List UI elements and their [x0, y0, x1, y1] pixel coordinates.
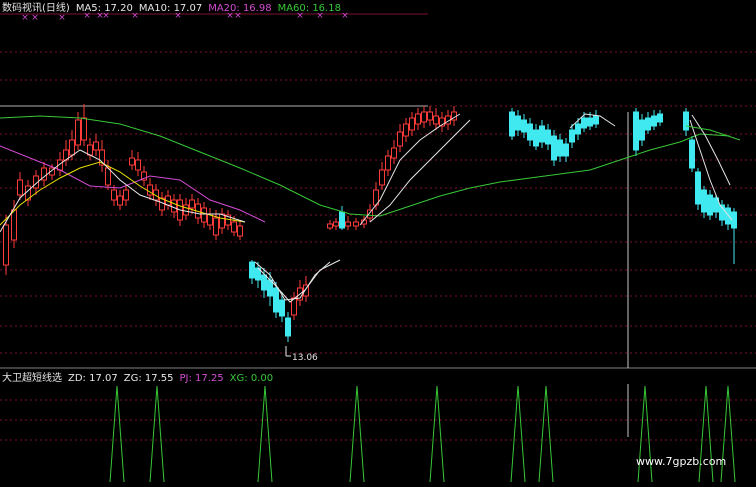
pj-value: PJ: 17.25: [179, 373, 224, 384]
candle-body: [81, 117, 87, 141]
signal-marker: ×: [341, 11, 349, 21]
price-chart-canvas[interactable]: × × × × ×× × × × × × × ×13.06: [0, 0, 756, 487]
candle-body: [237, 225, 243, 237]
candle-body: [545, 129, 551, 145]
candle-body: [123, 189, 129, 201]
xg-value: XG: 0.00: [229, 373, 274, 384]
candle-body: [569, 129, 575, 143]
candle-body: [639, 119, 645, 141]
candle-body: [725, 207, 731, 225]
candle-body: [409, 117, 415, 131]
candle-body: [285, 317, 291, 337]
candle-body: [533, 129, 539, 147]
candle-body: [587, 117, 593, 127]
candle-body: [509, 111, 515, 137]
candle-body: [527, 123, 533, 141]
candle-body: [427, 111, 433, 121]
candle-body: [415, 113, 421, 125]
candle-body: [701, 189, 707, 213]
candle-body: [695, 171, 701, 205]
stock-title: 数码视讯(日线): [2, 3, 70, 14]
candle-body: [379, 169, 385, 186]
low-price-label: 13.06: [292, 353, 318, 363]
zg-value: ZG: 17.55: [123, 373, 174, 384]
candle-body: [633, 111, 639, 151]
signal-spike: [510, 385, 526, 483]
candle-body: [515, 115, 521, 131]
candle-body: [171, 199, 177, 213]
candle-body: [651, 115, 657, 127]
candle-body: [433, 115, 439, 125]
candle-body: [213, 217, 219, 236]
candle-body: [69, 139, 75, 156]
ma10-value: MA10: 17.07: [138, 3, 203, 14]
chart-window[interactable]: × × × × × × × × × × × × × 13.06 数码视讯(日线) MA5: 17.20 M…: [0, 0, 756, 487]
candle-body: [689, 139, 695, 169]
candle-body: [339, 211, 345, 229]
candle-body: [111, 189, 117, 201]
candle-body: [403, 123, 409, 137]
candle-body: [551, 135, 557, 161]
candle-body: [333, 221, 339, 227]
candle-body: [731, 211, 737, 229]
candle-body: [105, 167, 111, 186]
candle-body: [75, 119, 81, 146]
candle-body: [421, 111, 427, 123]
candle-body: [521, 119, 527, 133]
ma5-line: [359, 113, 461, 226]
candle-body: [93, 141, 99, 151]
candle-body: [327, 223, 333, 229]
candle-body: [707, 194, 713, 216]
candle-body: [249, 261, 255, 279]
ma60-value: MA60: 16.18: [277, 3, 341, 14]
watermark: www.7gpzb.com: [636, 455, 727, 468]
candle-body: [385, 155, 391, 171]
indicator-legend: 大卫超短线选 ZD: 17.07 ZG: 17.55 PJ: 17.25 XG:…: [2, 373, 273, 385]
candle-body: [183, 204, 189, 216]
candle-body: [391, 147, 397, 159]
candle-body: [563, 143, 569, 157]
indicator-title: 大卫超短线选: [2, 373, 62, 384]
candle-body: [575, 123, 581, 135]
candle-body: [11, 209, 17, 241]
candle-body: [353, 221, 359, 227]
main-chart-legend: 数码视讯(日线) MA5: 17.20 MA10: 17.07 MA20: 16…: [2, 3, 341, 15]
ma20-value: MA20: 16.98: [208, 3, 272, 14]
candle-body: [557, 139, 563, 157]
candle-body: [17, 179, 23, 196]
candle-body: [273, 287, 279, 313]
candle-body: [539, 125, 545, 143]
candle-body: [189, 199, 195, 209]
candle-body: [261, 274, 267, 291]
ma60-line: [0, 115, 731, 217]
candle-body: [593, 115, 599, 125]
candle-body: [231, 221, 237, 233]
candle-body: [3, 224, 9, 266]
candle-body: [201, 207, 207, 223]
candle-body: [645, 117, 651, 131]
candle-body: [683, 111, 689, 131]
candle-body: [87, 144, 93, 156]
candle-body: [397, 131, 403, 147]
candle-body: [129, 157, 135, 166]
candle-body: [581, 117, 587, 129]
candle-body: [657, 113, 663, 123]
candle-body: [279, 299, 285, 317]
ma5-value: MA5: 17.20: [75, 3, 133, 14]
zd-value: ZD: 17.07: [68, 373, 118, 384]
candle-body: [117, 195, 123, 206]
candle-body: [219, 213, 225, 229]
candle-body: [135, 159, 141, 171]
candle-body: [345, 221, 351, 227]
